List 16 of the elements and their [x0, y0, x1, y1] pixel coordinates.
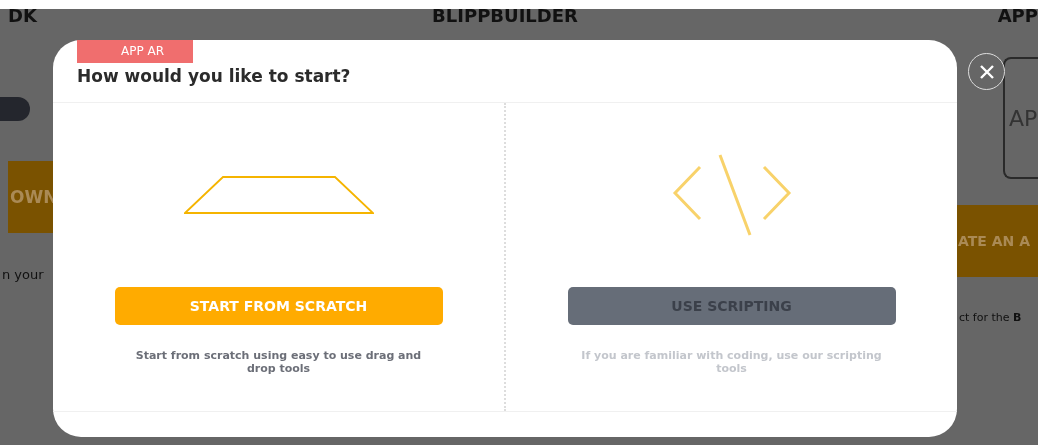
option-description: Start from scratch using easy to use drag and drop tools [134, 349, 423, 375]
action-button[interactable]: ATE AN A [957, 205, 1038, 277]
code-icon [671, 153, 792, 237]
close-button[interactable] [968, 53, 1005, 90]
toggle-pill[interactable] [0, 97, 30, 121]
option-button[interactable]: START FROM SCRATCH [114, 287, 443, 325]
tag-label: APP AR [77, 40, 193, 63]
dialog-title: How would you like to start? [77, 66, 351, 86]
body-text: ct for the B [958, 311, 1023, 324]
header-label: BLIPPBUILDER [432, 6, 578, 26]
header-label: DK [8, 6, 37, 26]
trapezoid-icon [183, 175, 374, 215]
body-text: n your [1, 267, 45, 282]
close-icon [979, 64, 994, 79]
option-description: If you are familiar with coding, use our scripting tools [580, 349, 883, 375]
header-label: APP [997, 6, 1038, 26]
